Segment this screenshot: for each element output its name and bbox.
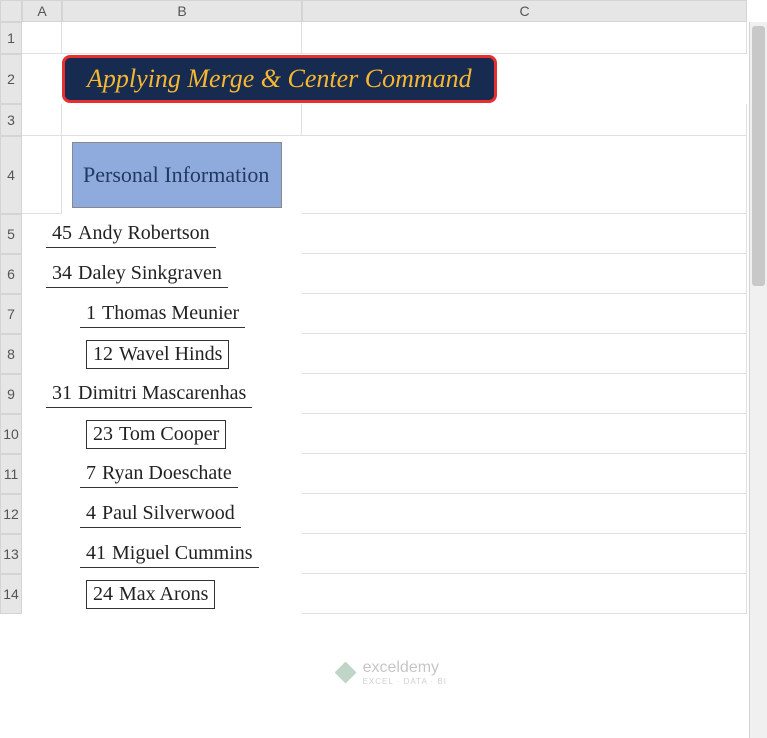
person-name: Miguel Cummins	[112, 542, 253, 564]
person-id: 1	[86, 302, 96, 324]
person-id: 31	[52, 382, 72, 404]
watermark-icon	[335, 662, 357, 684]
person-name: Wavel Hinds	[119, 343, 222, 365]
row-header-1[interactable]: 1	[0, 22, 22, 54]
cell[interactable]	[302, 22, 747, 54]
person-entry: 23 Tom Cooper	[86, 420, 226, 449]
table-row[interactable]: 7 Ryan Doeschate	[22, 454, 302, 494]
spreadsheet-grid: A B C 1 2 3 4 5 6 7 8 9 10 11 12 13 14 A…	[0, 0, 767, 614]
select-all-corner[interactable]	[0, 0, 22, 22]
section-header-cell[interactable]: Personal Information	[62, 136, 302, 214]
person-name: Daley Sinkgraven	[78, 262, 222, 284]
table-row[interactable]: 31 Dimitri Mascarenhas	[22, 374, 302, 414]
person-id: 34	[52, 262, 72, 284]
person-name: Andy Robertson	[78, 222, 210, 244]
person-id: 41	[86, 542, 106, 564]
cell[interactable]	[302, 136, 747, 214]
cell[interactable]	[302, 104, 747, 136]
table-row[interactable]: 23 Tom Cooper	[22, 414, 302, 454]
person-entry: 24 Max Arons	[86, 580, 215, 609]
cell[interactable]	[302, 374, 747, 414]
person-id: 24	[93, 583, 113, 605]
person-entry: 34 Daley Sinkgraven	[46, 260, 228, 288]
watermark-subtext: EXCEL · DATA · BI	[363, 677, 447, 686]
table-row[interactable]: 24 Max Arons	[22, 574, 302, 614]
person-entry: 45 Andy Robertson	[46, 220, 216, 248]
row-header-5[interactable]: 5	[0, 214, 22, 254]
row-header-12[interactable]: 12	[0, 494, 22, 534]
watermark-text: exceldemy	[363, 659, 447, 677]
cell[interactable]	[302, 254, 747, 294]
cell[interactable]	[62, 22, 302, 54]
table-row[interactable]: 45 Andy Robertson	[22, 214, 302, 254]
row-header-4[interactable]: 4	[0, 136, 22, 214]
row-header-2[interactable]: 2	[0, 54, 22, 104]
cell[interactable]	[302, 534, 747, 574]
cell[interactable]	[302, 414, 747, 454]
person-id: 4	[86, 502, 96, 524]
person-id: 12	[93, 343, 113, 365]
cell[interactable]	[302, 494, 747, 534]
cell[interactable]	[22, 22, 62, 54]
section-header: Personal Information	[72, 142, 282, 208]
table-row[interactable]: 12 Wavel Hinds	[22, 334, 302, 374]
person-id: 23	[93, 423, 113, 445]
row-header-10[interactable]: 10	[0, 414, 22, 454]
person-name: Dimitri Mascarenhas	[78, 382, 246, 404]
person-entry: 4 Paul Silverwood	[80, 500, 241, 528]
person-entry: 1 Thomas Meunier	[80, 300, 245, 328]
cell[interactable]	[62, 104, 302, 136]
watermark: exceldemy EXCEL · DATA · BI	[335, 659, 447, 686]
person-entry: 12 Wavel Hinds	[86, 340, 229, 369]
person-entry: 41 Miguel Cummins	[80, 540, 259, 568]
cell[interactable]	[22, 136, 62, 214]
table-row[interactable]: 34 Daley Sinkgraven	[22, 254, 302, 294]
row-header-9[interactable]: 9	[0, 374, 22, 414]
col-header-C[interactable]: C	[302, 0, 747, 22]
person-entry: 7 Ryan Doeschate	[80, 460, 238, 488]
person-name: Tom Cooper	[119, 423, 219, 445]
cell[interactable]	[302, 214, 747, 254]
row-header-7[interactable]: 7	[0, 294, 22, 334]
cell[interactable]	[302, 334, 747, 374]
scrollbar-thumb[interactable]	[752, 26, 765, 286]
row-header-3[interactable]: 3	[0, 104, 22, 136]
row-header-11[interactable]: 11	[0, 454, 22, 494]
cell[interactable]	[302, 574, 747, 614]
col-header-B[interactable]: B	[62, 0, 302, 22]
table-row[interactable]: 41 Miguel Cummins	[22, 534, 302, 574]
cell[interactable]	[302, 294, 747, 334]
person-name: Max Arons	[119, 583, 208, 605]
row-header-8[interactable]: 8	[0, 334, 22, 374]
col-header-A[interactable]: A	[22, 0, 62, 22]
row-header-14[interactable]: 14	[0, 574, 22, 614]
cell[interactable]	[22, 104, 62, 136]
cell[interactable]	[302, 454, 747, 494]
person-id: 7	[86, 462, 96, 484]
person-id: 45	[52, 222, 72, 244]
table-row[interactable]: 1 Thomas Meunier	[22, 294, 302, 334]
person-name: Thomas Meunier	[102, 302, 239, 324]
title-row: Applying Merge & Center Command	[22, 54, 747, 104]
vertical-scrollbar[interactable]	[749, 22, 767, 738]
person-name: Paul Silverwood	[102, 502, 235, 524]
person-entry: 31 Dimitri Mascarenhas	[46, 380, 252, 408]
row-header-13[interactable]: 13	[0, 534, 22, 574]
person-name: Ryan Doeschate	[102, 462, 232, 484]
row-header-6[interactable]: 6	[0, 254, 22, 294]
page-title: Applying Merge & Center Command	[62, 55, 497, 103]
table-row[interactable]: 4 Paul Silverwood	[22, 494, 302, 534]
